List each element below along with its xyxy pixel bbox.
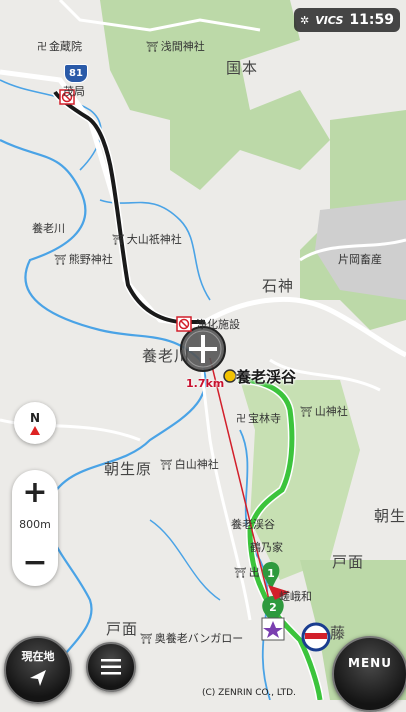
arrow-icon [30,670,46,686]
compass-button[interactable]: N [14,402,56,444]
area-label: 戸面 [106,620,139,638]
menu-label: MENU [348,656,392,670]
copyright: (C) ZENRIN CO., LTD. [202,688,296,698]
area-label: 国本 [226,59,259,77]
river-label: 養老川 [32,222,65,235]
shrine-label: ⛩ 山神社 [300,405,348,418]
shrine-label: ⛩ 熊野神社 [54,253,113,266]
signal-icon: ✲ [299,13,310,27]
shrine-icon: ⛩ [300,407,313,418]
destination-dot [223,369,237,383]
goal-flag-icon [261,617,285,641]
shrine-label: ⛩ 浅間神社 [146,40,205,53]
shrine-icon: ⛩ [234,568,247,579]
waypoint-2-number: 2 [269,601,277,614]
area-label: 戸面 [332,553,365,571]
shrine-icon: ⛩ [112,235,125,246]
place-label: 養老渓谷 [231,518,275,531]
waypoint-1-number: 1 [267,567,275,580]
shrine-icon: ⛩ [146,42,159,53]
area-label: 藤 [330,624,347,642]
distance-label: 1.7km [186,377,225,390]
compass-icon [30,425,40,435]
clock: 11:59 [349,12,394,28]
area-label: 朝生原 [104,460,153,478]
zoom-out-button[interactable]: − [12,542,58,582]
facility-label: 浄化施設 [196,318,240,331]
route-shield: 81 [64,64,88,83]
shrine-label: ⛩ 出 [234,566,260,579]
no-entry-icon [176,316,192,332]
area-label: 朝生 [374,507,406,525]
river-label: 養老川 [142,347,191,365]
station-logo-icon [301,622,331,652]
shrine-label: ⛩ 大山祇神社 [112,233,182,246]
current-location-button[interactable]: 現在地 [4,636,72,704]
current-location-label: 現在地 [21,650,55,663]
map-canvas[interactable]: 1 2 [0,0,406,700]
temple-label: 卍宝林寺 [236,412,281,425]
scale-label: 800m [19,518,51,531]
temple-label: 卍金蔵院 [37,40,82,53]
vics-label: VICS [315,13,344,27]
shrine-icon: ⛩ [54,255,67,266]
status-indicator: ✲ VICS 11:59 [293,8,400,32]
shrine-label: ⛩ 白山神社 [160,458,219,471]
facility-label: 片岡畜産 [338,253,382,266]
list-button[interactable] [86,642,136,692]
post-office-label: 茂局 [63,85,85,98]
shrine-icon: ⛩ [140,634,153,645]
north-label: N [29,410,41,425]
temple-icon: 卍 [236,414,246,425]
place-label: 嵯峨和 [279,590,312,603]
menu-button[interactable]: MENU [332,636,406,712]
area-label: 石神 [262,277,295,295]
facility-label: ⛩ 奥養老バンガロー [140,632,244,645]
shrine-icon: ⛩ [160,460,173,471]
list-icon [101,659,121,675]
destination-label: 養老渓谷 [236,368,297,386]
temple-icon: 卍 [37,42,47,53]
place-label: 鶴乃家 [250,541,283,554]
zoom-in-button[interactable]: + [12,472,58,512]
zoom-panel: + 800m − [12,470,58,586]
